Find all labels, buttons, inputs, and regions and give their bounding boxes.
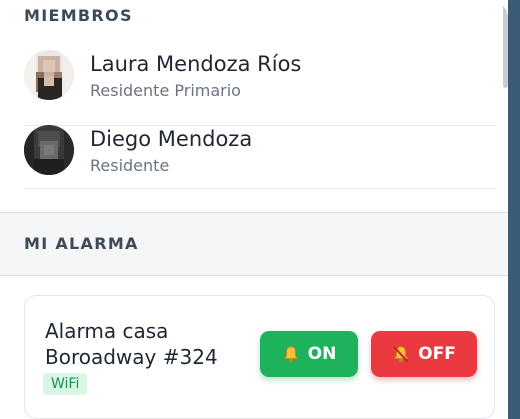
alarm-off-label: OFF [418,344,456,364]
member-list-item[interactable]: Laura Mendoza Ríos Residente Primario [24,50,496,126]
alarm-on-label: ON [307,344,337,364]
member-list-item[interactable]: Diego Mendoza Residente [24,125,496,189]
alarm-name: Alarma casa Boroadway #324 [45,319,218,369]
scrollbar-thumb[interactable] [503,4,508,88]
avatar [24,125,74,175]
alarm-on-button[interactable]: ON [260,331,358,377]
member-name: Diego Mendoza [90,127,253,151]
member-role: Residente Primario [90,81,241,100]
bell-slash-icon [392,345,410,363]
members-alarm-panel: MIEMBROS Laura Mendoza Ríos Residente Pr… [0,0,508,419]
member-name: Laura Mendoza Ríos [90,52,302,76]
connection-badge: WiFi [43,373,88,395]
bell-icon [282,345,300,363]
screen: MIEMBROS Laura Mendoza Ríos Residente Pr… [0,0,520,419]
member-role: Residente [90,156,170,175]
alarm-off-button[interactable]: OFF [371,331,477,377]
avatar [24,50,74,100]
alarm-section-title: MI ALARMA [24,234,139,253]
background-edge [508,0,520,419]
members-section-title: MIEMBROS [24,6,133,25]
alarm-section-header: MI ALARMA [0,212,508,276]
alarm-card: Alarma casa Boroadway #324 WiFi ON OFF [24,295,495,419]
